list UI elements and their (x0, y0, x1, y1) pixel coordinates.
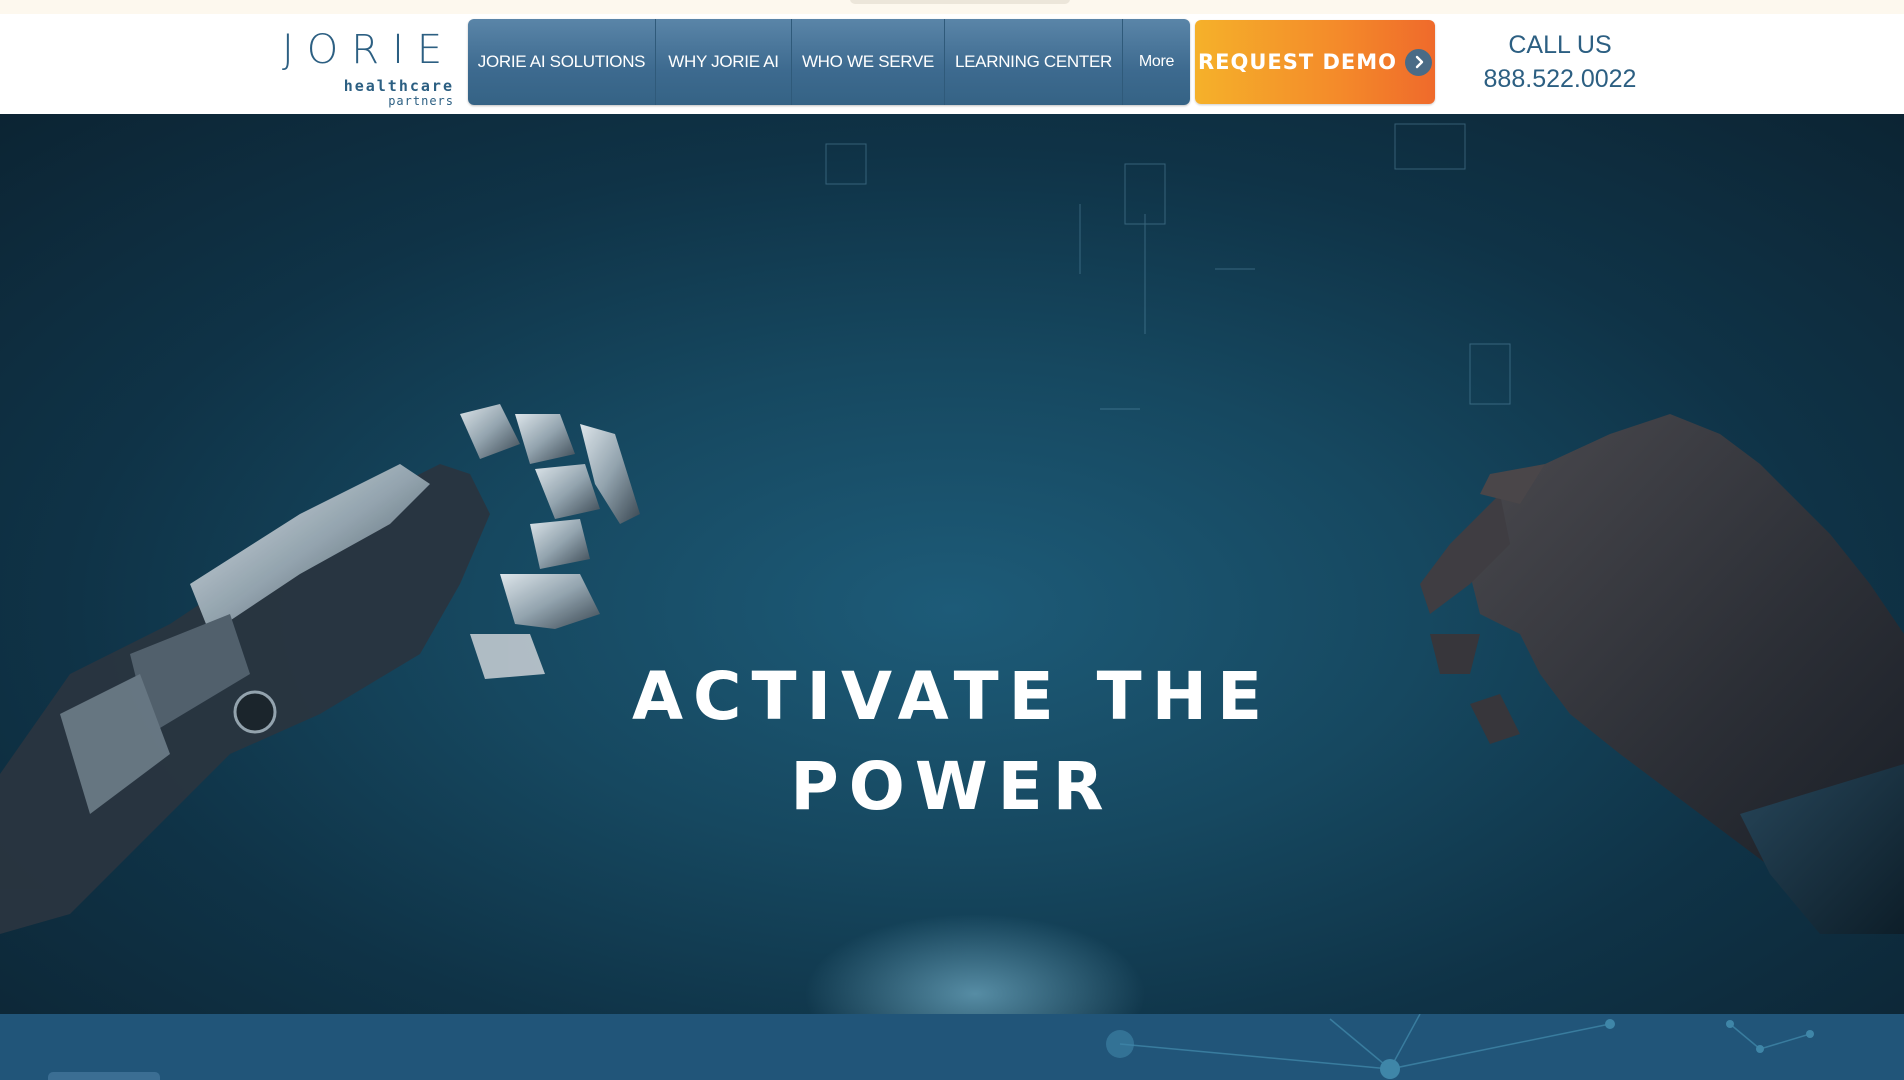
network-graphic (1106, 1014, 1814, 1079)
next-section-band (0, 1014, 1904, 1080)
logo-tagline-partners: partners (388, 94, 454, 108)
top-strip (0, 0, 1904, 14)
hero-title-line-1: ACTIVATE THE (631, 658, 1273, 736)
chevron-right-icon (1405, 48, 1433, 76)
section-tab (48, 1072, 160, 1080)
hero-title: ACTIVATE THE POWER (452, 652, 1452, 832)
hero-image (0, 123, 1904, 1014)
phone-number-link[interactable]: 888.522.0022 (1465, 62, 1655, 96)
request-demo-button[interactable]: REQUEST DEMO (1195, 20, 1435, 104)
company-logo[interactable]: JORIE healthcare partners (282, 27, 456, 108)
nav-item-why-jorie-ai[interactable]: WHY JORIE AI (656, 19, 792, 105)
nav-item-jorie-ai-solutions[interactable]: JORIE AI SOLUTIONS (468, 19, 656, 105)
nav-item-more[interactable]: More (1123, 19, 1190, 105)
nav-item-learning-center[interactable]: LEARNING CENTER (945, 19, 1123, 105)
logo-wordmark: JORIE (282, 27, 456, 73)
hero-title-line-2: POWER (790, 748, 1114, 826)
logo-tagline-healthcare: healthcare (343, 77, 454, 95)
request-demo-label: REQUEST DEMO (1197, 50, 1398, 74)
human-hand (1420, 414, 1904, 934)
hud-overlay (825, 123, 1511, 410)
page: JORIE healthcare partners JORIE AI SOLUT… (0, 0, 1904, 1080)
hero-banner: ACTIVATE THE POWER (0, 114, 1904, 1014)
call-us-label: CALL US (1508, 31, 1612, 59)
call-us-block: CALL US 888.522.0022 (1465, 28, 1655, 96)
nav-item-who-we-serve[interactable]: WHO WE SERVE (792, 19, 945, 105)
site-header: JORIE healthcare partners JORIE AI SOLUT… (0, 14, 1904, 115)
top-strip-tab (850, 0, 1070, 4)
main-nav: JORIE AI SOLUTIONS WHY JORIE AI WHO WE S… (468, 19, 1190, 105)
